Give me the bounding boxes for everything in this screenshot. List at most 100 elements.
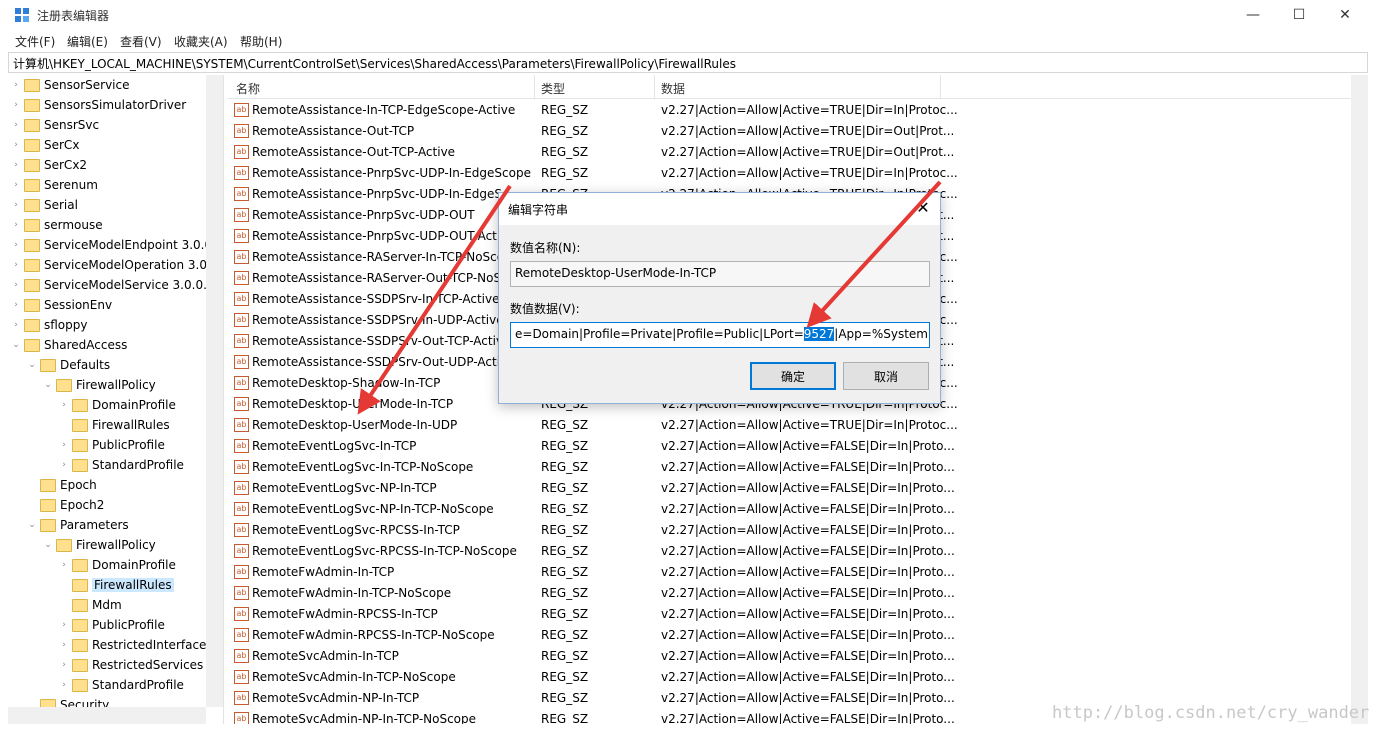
tree-item[interactable]: › StandardProfile (58, 455, 184, 475)
expander-icon[interactable]: › (58, 660, 70, 670)
menu-view[interactable]: 查看(V) (120, 33, 162, 50)
registry-tree[interactable]: › SensorService › SensorsSimulatorDriver › Se… (8, 75, 224, 724)
table-row[interactable]: ab RemoteAssistance-In-TCP-EdgeScope-Acti… (228, 100, 958, 121)
address-path[interactable]: 计算机\HKEY_LOCAL_MACHINE\SYSTEM\CurrentCon… (13, 55, 736, 72)
expander-icon[interactable]: › (10, 120, 22, 130)
tree-item[interactable]: FirewallRules (58, 575, 174, 595)
ok-button[interactable]: 确定 (750, 362, 836, 390)
tree-item[interactable]: Epoch2 (26, 495, 104, 515)
expander-icon[interactable]: › (10, 220, 22, 230)
tree-item[interactable]: ⌄ SharedAccess (10, 335, 127, 355)
tree-item[interactable]: › ServiceModelService 3.0.0.0 (10, 275, 214, 295)
tree-item[interactable]: ⌄ FirewallPolicy (42, 375, 156, 395)
tree-item[interactable]: › PublicProfile (58, 615, 165, 635)
tree-item[interactable]: › RestrictedInterfaces (58, 635, 213, 655)
minimize-button[interactable]: — (1230, 0, 1276, 30)
tree-item[interactable]: › ServiceModelEndpoint 3.0.0.0 (10, 235, 223, 255)
tree-item[interactable]: › SensorsSimulatorDriver (10, 95, 186, 115)
tree-item[interactable]: › DomainProfile (58, 395, 176, 415)
tree-item[interactable]: › sermouse (10, 215, 102, 235)
column-data-header[interactable]: 数据 (661, 80, 685, 97)
column-divider[interactable] (654, 75, 655, 99)
tree-horizontal-scrollbar[interactable] (8, 707, 206, 724)
maximize-button[interactable]: ☐ (1276, 0, 1322, 30)
tree-item[interactable]: › Serenum (10, 175, 98, 195)
table-row[interactable]: ab RemoteEventLogSvc-NP-In-TCP-NoScope REG… (228, 499, 955, 520)
expander-icon[interactable]: ⌄ (42, 380, 54, 390)
expander-icon[interactable]: › (10, 80, 22, 90)
value-name-field[interactable]: RemoteDesktop-UserMode-In-TCP (510, 261, 930, 287)
table-row[interactable]: ab RemoteEventLogSvc-RPCSS-In-TCP REG_SZ v2… (228, 520, 955, 541)
expander-icon[interactable]: › (10, 200, 22, 210)
expander-icon[interactable]: ⌄ (42, 540, 54, 550)
expander-icon[interactable]: ⌄ (26, 360, 38, 370)
tree-item[interactable]: FirewallRules (58, 415, 170, 435)
table-row[interactable]: ab RemoteFwAdmin-RPCSS-In-TCP-NoScope REG_… (228, 625, 955, 646)
tree-vertical-scrollbar[interactable] (206, 75, 223, 707)
tree-item[interactable]: › Serial (10, 195, 78, 215)
column-divider[interactable] (940, 75, 941, 99)
expander-icon[interactable]: › (10, 320, 22, 330)
menu-favorites[interactable]: 收藏夹(A) (174, 33, 228, 50)
expander-icon[interactable]: › (10, 180, 22, 190)
tree-item[interactable]: › SerCx2 (10, 155, 87, 175)
table-row[interactable]: ab RemoteEventLogSvc-In-TCP-NoScope REG_SZ… (228, 457, 955, 478)
table-row[interactable]: ab RemoteDesktop-UserMode-In-UDP REG_SZ v2.… (228, 415, 958, 436)
dialog-close-icon[interactable]: ✕ (911, 197, 935, 219)
table-row[interactable]: ab RemoteFwAdmin-In-TCP REG_SZ v2.27|Action… (228, 562, 955, 583)
expander-icon[interactable]: ⌄ (26, 520, 38, 530)
tree-item[interactable]: › DomainProfile (58, 555, 176, 575)
expander-icon[interactable]: › (10, 160, 22, 170)
table-row[interactable]: ab RemoteAssistance-Out-TCP-Active REG_SZ v… (228, 142, 954, 163)
table-row[interactable]: ab RemoteFwAdmin-RPCSS-In-TCP REG_SZ v2.27|… (228, 604, 955, 625)
table-row[interactable]: ab RemoteEventLogSvc-NP-In-TCP REG_SZ v2.27… (228, 478, 955, 499)
tree-item[interactable]: Mdm (58, 595, 122, 615)
address-bar[interactable]: 计算机\HKEY_LOCAL_MACHINE\SYSTEM\CurrentCon… (8, 52, 1368, 73)
column-type-header[interactable]: 类型 (541, 80, 565, 97)
tree-item[interactable]: Epoch (26, 475, 97, 495)
tree-item[interactable]: › sfloppy (10, 315, 87, 335)
expander-icon[interactable]: › (58, 460, 70, 470)
tree-item[interactable]: › SessionEnv (10, 295, 112, 315)
expander-icon[interactable]: › (10, 240, 22, 250)
expander-icon[interactable]: › (58, 440, 70, 450)
tree-item[interactable]: ⌄ FirewallPolicy (42, 535, 156, 555)
value-data-input[interactable]: e=Domain|Profile=Private|Profile=Public|… (510, 322, 930, 348)
tree-item[interactable]: › SerCx (10, 135, 79, 155)
menu-file[interactable]: 文件(F) (15, 33, 55, 50)
expander-icon[interactable]: › (58, 640, 70, 650)
expander-icon[interactable]: › (10, 280, 22, 290)
tree-item[interactable]: ⌄ Parameters (26, 515, 128, 535)
expander-icon[interactable]: › (10, 140, 22, 150)
column-name-header[interactable]: 名称 (236, 80, 260, 97)
menu-help[interactable]: 帮助(H) (240, 33, 282, 50)
expander-icon[interactable]: › (10, 300, 22, 310)
table-row[interactable]: ab RemoteSvcAdmin-NP-In-TCP-NoScope REG_SZ… (228, 709, 955, 724)
expander-icon[interactable]: › (58, 680, 70, 690)
tree-item[interactable]: › StandardProfile (58, 675, 184, 695)
table-row[interactable]: ab RemoteAssistance-Out-TCP REG_SZ v2.27|Ac… (228, 121, 954, 142)
expander-icon[interactable]: › (58, 620, 70, 630)
table-row[interactable]: ab RemoteSvcAdmin-In-TCP-NoScope REG_SZ v2.… (228, 667, 955, 688)
expander-icon[interactable]: › (58, 400, 70, 410)
menu-edit[interactable]: 编辑(E) (67, 33, 108, 50)
tree-item[interactable]: › PublicProfile (58, 435, 165, 455)
expander-icon[interactable]: › (10, 260, 22, 270)
tree-item[interactable]: › SensorService (10, 75, 129, 95)
table-row[interactable]: ab RemoteSvcAdmin-NP-In-TCP REG_SZ v2.27|Ac… (228, 688, 955, 709)
table-row[interactable]: ab RemoteEventLogSvc-In-TCP REG_SZ v2.27|Ac… (228, 436, 955, 457)
table-row[interactable]: ab RemoteEventLogSvc-RPCSS-In-TCP-NoScope… (228, 541, 955, 562)
expander-icon[interactable]: ⌄ (10, 340, 22, 350)
expander-icon[interactable]: › (10, 100, 22, 110)
table-row[interactable]: ab RemoteFwAdmin-In-TCP-NoScope REG_SZ v2.2… (228, 583, 955, 604)
tree-item[interactable]: ⌄ Defaults (26, 355, 110, 375)
cancel-button[interactable]: 取消 (843, 362, 929, 390)
column-divider[interactable] (534, 75, 535, 99)
table-row[interactable]: ab RemoteSvcAdmin-In-TCP REG_SZ v2.27|Actio… (228, 646, 955, 667)
tree-item[interactable]: › RestrictedServices (58, 655, 203, 675)
tree-item[interactable]: › ServiceModelOperation 3.0.0.0 (10, 255, 223, 275)
tree-item[interactable]: › SensrSvc (10, 115, 99, 135)
close-button[interactable]: ✕ (1322, 0, 1368, 30)
list-vertical-scrollbar[interactable] (1351, 75, 1368, 724)
expander-icon[interactable]: › (58, 560, 70, 570)
